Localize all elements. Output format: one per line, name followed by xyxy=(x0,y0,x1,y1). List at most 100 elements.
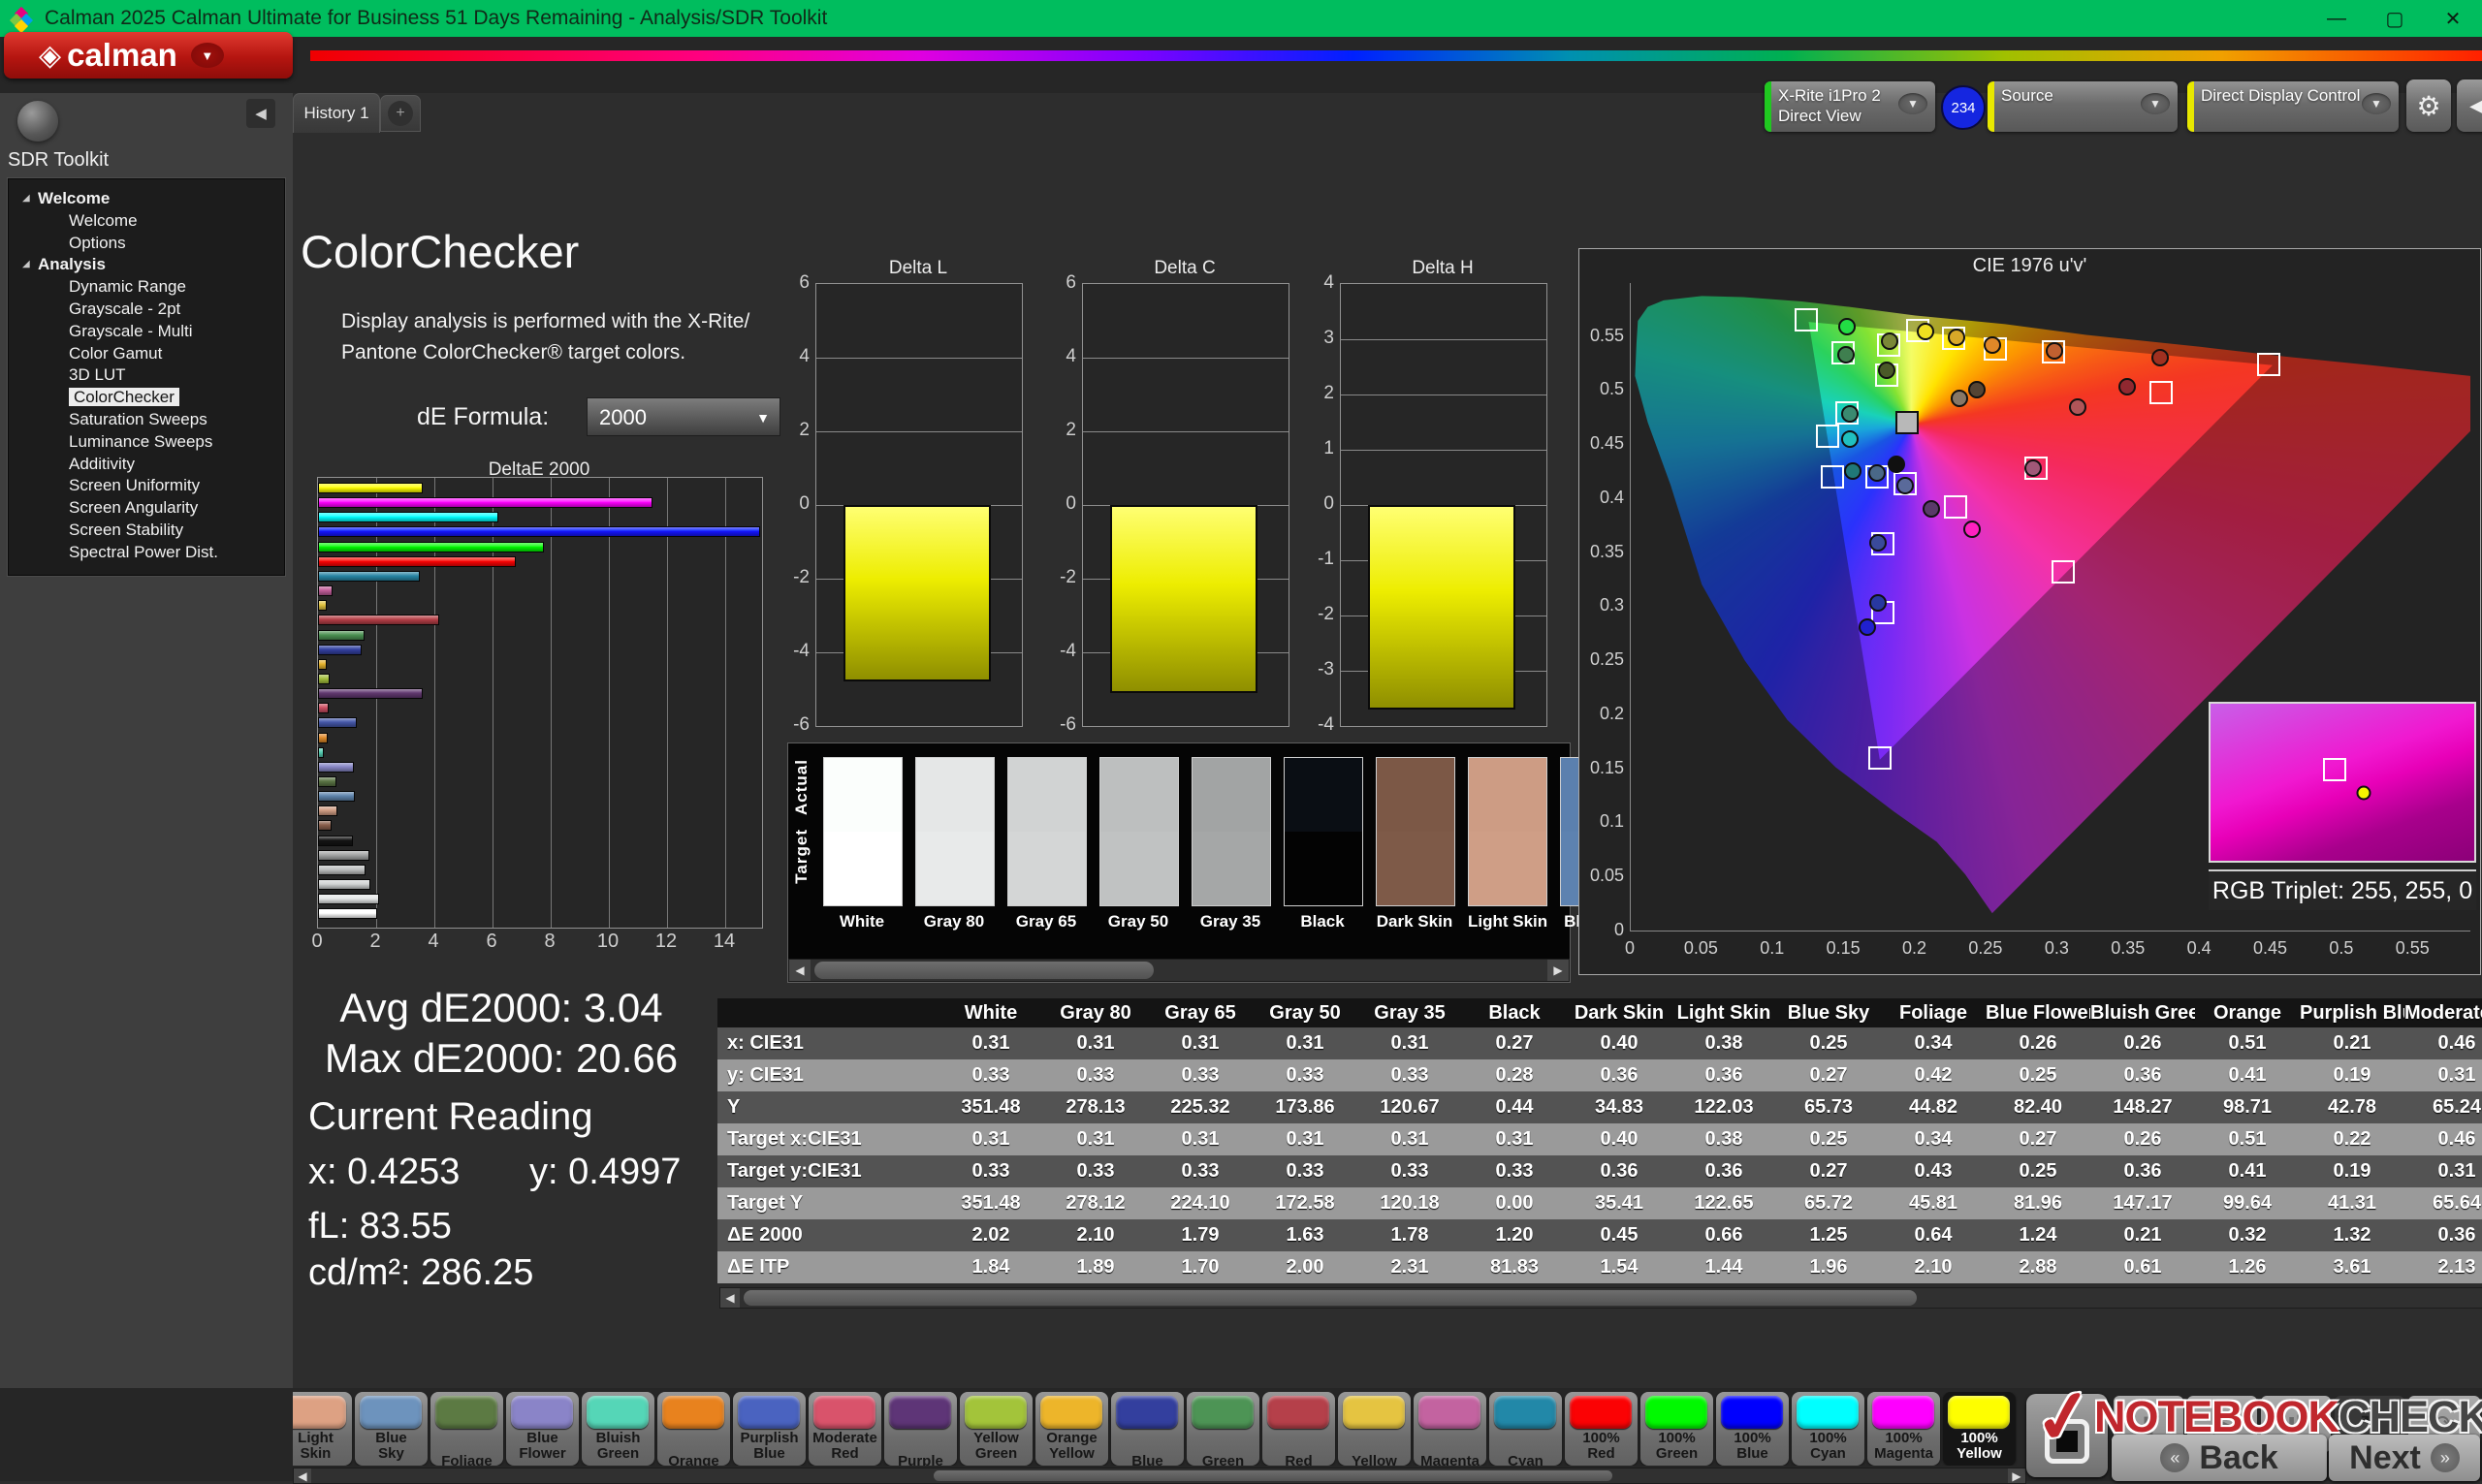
patch-button-purplish-blue[interactable]: PurplishBlue xyxy=(733,1392,806,1466)
sidebar-collapse-button[interactable]: ◀ xyxy=(246,99,275,128)
settings-button[interactable]: ⚙ xyxy=(2406,79,2451,132)
patch-chip xyxy=(738,1396,800,1429)
pattern-window-button[interactable]: ▲ xyxy=(2026,1394,2108,1477)
tab-history-1[interactable]: History 1 xyxy=(293,93,380,133)
table-cell: 0.21 xyxy=(2090,1219,2195,1251)
swatch-scrollbar[interactable]: ◀ ▶ xyxy=(788,959,1570,982)
scroll-left-icon[interactable]: ◀ xyxy=(789,960,811,981)
chevron-down-icon[interactable]: ▼ xyxy=(1898,93,1927,114)
calman-menu-dropdown[interactable]: ▼ xyxy=(191,43,224,68)
patch-button-blue-flower[interactable]: BlueFlower xyxy=(506,1392,579,1466)
patch-button-cyan[interactable]: Cyan xyxy=(1489,1392,1562,1466)
patch-button-purple[interactable]: Purple xyxy=(884,1392,957,1466)
sidebar-item-3d-lut[interactable]: 3D LUT xyxy=(9,363,284,386)
cie-measured-marker xyxy=(2046,342,2063,360)
patch-button-blue-sky[interactable]: BlueSky xyxy=(355,1392,428,1466)
delta_h-bar xyxy=(1368,505,1515,710)
tree-expand-icon[interactable]: ◢ xyxy=(22,187,30,209)
patch-label: ModerateRed xyxy=(809,1431,881,1462)
patch-button-green[interactable]: Green xyxy=(1187,1392,1259,1466)
maximize-button[interactable]: ▢ xyxy=(2366,0,2424,37)
de-bar-100-magenta xyxy=(318,497,652,508)
table-scrollbar[interactable]: ◀ ▶ xyxy=(719,1287,2482,1309)
column-header-purplish-blue: Purplish Blue xyxy=(2300,998,2404,1027)
meter-count-badge[interactable]: 234 xyxy=(1941,85,1986,130)
table-cell: 3.61 xyxy=(2300,1251,2404,1283)
patch-button-blue[interactable]: Blue xyxy=(1111,1392,1184,1466)
delta_h-chart xyxy=(1340,283,1547,727)
sidebar-item-spectral-power-dist-[interactable]: Spectral Power Dist. xyxy=(9,541,284,563)
de-formula-select[interactable]: 2000 ▼ xyxy=(587,397,780,436)
minimize-button[interactable]: — xyxy=(2307,0,2366,37)
patch-button-yellow-green[interactable]: YellowGreen xyxy=(960,1392,1033,1466)
sidebar-item-welcome[interactable]: Welcome xyxy=(9,209,284,232)
patch-button-bluish-green[interactable]: BluishGreen xyxy=(582,1392,654,1466)
workflow-orb-icon[interactable] xyxy=(17,101,58,142)
patchbar-scrollbar[interactable]: ◀ ▶ xyxy=(293,1468,2026,1484)
cie-measured-marker xyxy=(1951,390,1968,407)
patch-button-100-green[interactable]: 100%Green xyxy=(1640,1392,1713,1466)
sidebar-item-screen-stability[interactable]: Screen Stability xyxy=(9,519,284,541)
chevron-down-icon[interactable]: ▼ xyxy=(2362,93,2391,114)
patch-button-foliage[interactable]: Foliage xyxy=(430,1392,503,1466)
reading-x: x: 0.4253 xyxy=(308,1152,460,1193)
patch-button-red[interactable]: Red xyxy=(1262,1392,1335,1466)
sidebar-item-luminance-sweeps[interactable]: Luminance Sweeps xyxy=(9,430,284,453)
scrollbar-thumb[interactable] xyxy=(744,1290,1917,1306)
patch-button-yellow[interactable]: Yellow xyxy=(1338,1392,1411,1466)
sidebar-item-options[interactable]: Options xyxy=(9,232,284,254)
sidebar-item-welcome[interactable]: ◢Welcome xyxy=(9,187,284,209)
table-cell: 0.31 xyxy=(1253,1027,1357,1059)
scroll-left-icon[interactable]: ◀ xyxy=(720,1288,740,1308)
panel-collapse-button[interactable]: ◀ xyxy=(2457,79,2482,132)
gridline xyxy=(1341,339,1546,340)
swatch-actual xyxy=(1193,758,1270,832)
patch-button-100-red[interactable]: 100%Red xyxy=(1565,1392,1638,1466)
table-cell: 0.31 xyxy=(1043,1027,1148,1059)
reading-cdm2: cd/m²: 286.25 xyxy=(308,1252,533,1294)
patch-button-100-blue[interactable]: 100%Blue xyxy=(1716,1392,1789,1466)
calman-logo-button[interactable]: ◈ calman ▼ xyxy=(4,32,293,79)
patch-button-100-cyan[interactable]: 100%Cyan xyxy=(1792,1392,1864,1466)
patch-button-100-yellow[interactable]: 100%Yellow xyxy=(1943,1392,2016,1466)
sidebar-item-screen-uniformity[interactable]: Screen Uniformity xyxy=(9,474,284,496)
patch-button-light-skin[interactable]: LightSkin xyxy=(293,1392,352,1466)
patch-button-orange[interactable]: Orange xyxy=(657,1392,730,1466)
sidebar-item-analysis[interactable]: ◢Analysis xyxy=(9,253,284,275)
back-button[interactable]: « Back xyxy=(2112,1435,2327,1481)
display-control-dropdown[interactable]: Direct Display Control ▼ xyxy=(2187,81,2399,132)
sidebar-item-color-gamut[interactable]: Color Gamut xyxy=(9,342,284,364)
next-button[interactable]: Next » xyxy=(2329,1435,2480,1481)
patch-button-magenta[interactable]: Magenta xyxy=(1414,1392,1486,1466)
sidebar-item-grayscale-2pt[interactable]: Grayscale - 2pt xyxy=(9,298,284,320)
de-bar-gray-65 xyxy=(318,879,370,890)
sidebar-item-grayscale-multi[interactable]: Grayscale - Multi xyxy=(9,320,284,342)
tree-expand-icon[interactable]: ◢ xyxy=(22,253,30,275)
swatch-label: Gray 35 xyxy=(1192,912,1269,931)
table-cell: 81.96 xyxy=(1986,1187,2090,1219)
table-cell: 0.36 xyxy=(1671,1155,1776,1187)
column-header-dark-skin: Dark Skin xyxy=(1567,998,1671,1027)
patch-label: LightSkin xyxy=(293,1431,352,1462)
chevron-down-icon[interactable]: ▼ xyxy=(2141,93,2170,114)
sidebar-item-colorchecker[interactable]: ColorChecker xyxy=(9,386,284,408)
sidebar-item-saturation-sweeps[interactable]: Saturation Sweeps xyxy=(9,408,284,430)
delta_l-tick-0: 0 xyxy=(775,493,810,515)
source-dropdown[interactable]: Source ▼ xyxy=(1988,81,2178,132)
sidebar-item-additivity[interactable]: Additivity xyxy=(9,453,284,475)
patch-button-moderate-red[interactable]: ModerateRed xyxy=(809,1392,881,1466)
meter-dropdown[interactable]: X-Rite i1Pro 2Direct View ▼ xyxy=(1765,81,1935,132)
cie-measured-marker xyxy=(1844,462,1862,480)
add-tab-button[interactable]: + xyxy=(380,95,421,132)
sidebar-item-dynamic-range[interactable]: Dynamic Range xyxy=(9,275,284,298)
close-button[interactable]: ✕ xyxy=(2424,0,2482,37)
table-cell: 0.00 xyxy=(1462,1187,1567,1219)
patch-button-orange-yellow[interactable]: OrangeYellow xyxy=(1035,1392,1108,1466)
scroll-right-icon[interactable]: ▶ xyxy=(1547,960,1569,981)
scrollbar-thumb[interactable] xyxy=(814,962,1154,979)
patch-button-100-magenta[interactable]: 100%Magenta xyxy=(1867,1392,1940,1466)
sidebar-item-screen-angularity[interactable]: Screen Angularity xyxy=(9,496,284,519)
table-cell: 0.45 xyxy=(1567,1219,1671,1251)
scrollbar-thumb[interactable] xyxy=(934,1470,1612,1481)
swatch-label: Gray 50 xyxy=(1099,912,1177,931)
